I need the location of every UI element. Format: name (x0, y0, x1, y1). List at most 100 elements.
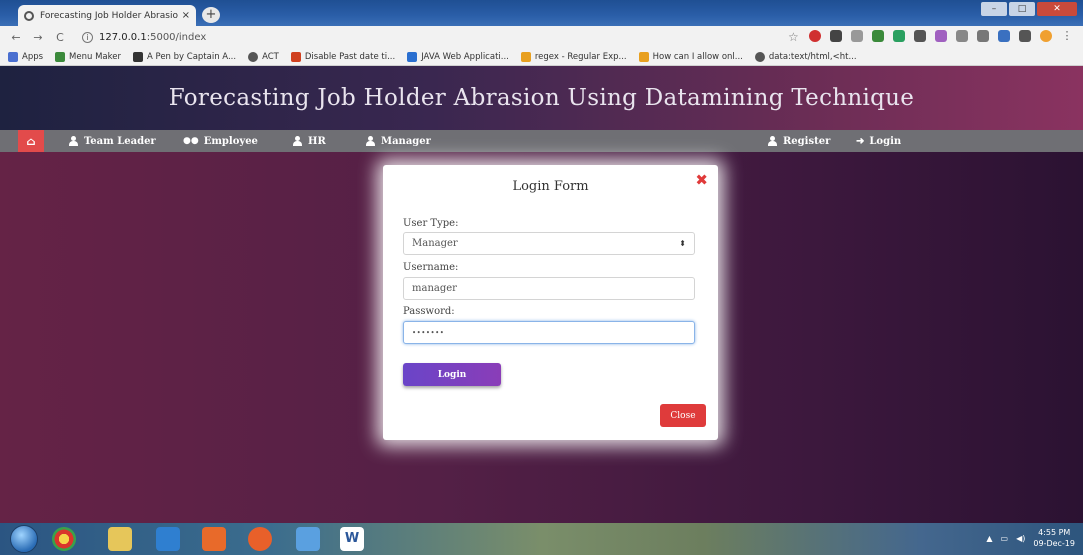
forward-icon[interactable]: → (30, 31, 46, 44)
login-button[interactable]: Login (403, 363, 501, 386)
bookmark-item[interactable]: JAVA Web Applicati... (407, 51, 509, 62)
app-icon[interactable] (296, 527, 320, 551)
globe-icon (248, 51, 259, 62)
tray-arrow-icon[interactable]: ▲ (986, 534, 992, 543)
address-bar: ← → C i 127.0.0.1:5000/index ☆ ⋮ (0, 26, 1083, 48)
user-plus-icon (767, 136, 778, 146)
user-type-label: User Type: (403, 218, 459, 229)
nav-manager[interactable]: Manager (365, 130, 431, 152)
nav-login[interactable]: ➜ Login (856, 130, 901, 152)
adblock-icon[interactable] (809, 30, 821, 42)
file-explorer-icon[interactable] (108, 527, 132, 551)
home-button[interactable]: ⌂ (18, 130, 44, 152)
java-icon[interactable] (202, 527, 226, 551)
bookmark-item[interactable]: ACT (248, 51, 279, 62)
bookmark-item[interactable]: regex - Regular Exp... (520, 51, 627, 62)
tab-title: Forecasting Job Holder Abrasion (40, 10, 178, 21)
network-icon[interactable]: ▭ (1001, 534, 1009, 543)
clock[interactable]: 4:55 PM 09-Dec-19 (1033, 527, 1075, 549)
user-icon (68, 136, 79, 146)
extension-icon[interactable] (956, 30, 968, 42)
nav-employee[interactable]: ●● Employee (183, 130, 258, 152)
extension-icon[interactable] (998, 30, 1010, 42)
extension-icon[interactable] (1019, 30, 1031, 42)
nav-register[interactable]: Register (767, 130, 830, 152)
globe-icon (754, 51, 765, 62)
chrome-icon[interactable] (52, 527, 76, 551)
bookmark-item[interactable]: Apps (8, 51, 43, 62)
clock-time: 4:55 PM (1038, 528, 1071, 537)
username-input[interactable]: manager (403, 277, 695, 300)
bookmark-item[interactable]: A Pen by Captain A... (132, 51, 236, 62)
sheet-icon (55, 51, 66, 62)
system-tray: ▲ ▭ ◀) 4:55 PM 09-Dec-19 (986, 527, 1075, 549)
password-label: Password: (403, 306, 455, 317)
sign-in-icon: ➜ (856, 135, 865, 147)
taskbar: W ▲ ▭ ◀) 4:55 PM 09-Dec-19 (0, 523, 1083, 555)
url-field[interactable]: i 127.0.0.1:5000/index (82, 31, 207, 43)
home-icon: ⌂ (26, 134, 36, 148)
bookmark-icon (407, 51, 418, 62)
new-tab-button[interactable]: + (202, 7, 220, 23)
bookmark-icon (290, 51, 301, 62)
vscode-icon[interactable] (156, 527, 180, 551)
window-controls: – □ ✕ (981, 2, 1077, 16)
close-icon[interactable]: ✖ (695, 171, 708, 189)
user-tie-icon (292, 136, 303, 146)
url-path: :5000/index (146, 31, 207, 43)
tab-close-icon[interactable]: × (182, 10, 190, 21)
back-icon[interactable]: ← (8, 31, 24, 44)
user-type-select[interactable]: Manager ⬍ (403, 232, 695, 255)
extension-icon[interactable] (977, 30, 989, 42)
menu-icon[interactable]: ⋮ (1061, 30, 1073, 42)
stackoverflow-icon (520, 51, 531, 62)
extensions-area: ☆ ⋮ (788, 30, 1073, 45)
users-icon: ●● (183, 136, 199, 146)
browser-tab[interactable]: Forecasting Job Holder Abrasion × (18, 5, 196, 26)
close-button[interactable]: Close (660, 404, 706, 427)
modal-title: Login Form (512, 179, 589, 194)
login-modal: Login Form ✖ User Type: Manager ⬍ Userna… (383, 165, 718, 440)
nav-hr[interactable]: HR (292, 130, 326, 152)
start-button[interactable] (10, 525, 38, 553)
bookmark-item[interactable]: Menu Maker (55, 51, 121, 62)
site-header: Forecasting Job Holder Abrasion Using Da… (0, 66, 1083, 130)
extension-icon[interactable] (851, 30, 863, 42)
firefox-icon[interactable] (248, 527, 272, 551)
window-close-icon[interactable]: ✕ (1037, 2, 1077, 16)
word-icon[interactable]: W (340, 527, 364, 551)
select-arrows-icon: ⬍ (679, 239, 686, 248)
user-type-value: Manager (412, 238, 458, 249)
shield-icon[interactable] (893, 30, 905, 42)
browser-tab-strip: Forecasting Job Holder Abrasion × + – □ … (0, 0, 1083, 26)
user-icon (365, 136, 376, 146)
extension-icon[interactable] (872, 30, 884, 42)
bookmarks-bar: Apps Menu Maker A Pen by Captain A... AC… (0, 48, 1083, 66)
password-input[interactable]: ••••••• (403, 321, 695, 344)
minimize-icon[interactable]: – (981, 2, 1007, 16)
volume-icon[interactable]: ◀) (1016, 534, 1025, 543)
main-nav: ⌂ Team Leader ●● Employee HR Manager Reg… (0, 130, 1083, 152)
apps-icon (8, 51, 18, 62)
username-value: manager (412, 283, 457, 294)
page-title: Forecasting Job Holder Abrasion Using Da… (168, 85, 915, 111)
codepen-icon (132, 51, 143, 62)
maximize-icon[interactable]: □ (1009, 2, 1035, 16)
bookmark-item[interactable]: How can I allow onl... (638, 51, 743, 62)
extension-icon[interactable] (935, 30, 947, 42)
reload-icon[interactable]: C (52, 31, 68, 44)
username-label: Username: (403, 262, 459, 273)
extension-icon[interactable] (830, 30, 842, 42)
extension-icon[interactable] (914, 30, 926, 42)
url-host: 127.0.0.1 (99, 31, 147, 43)
bookmark-item[interactable]: Disable Past date ti... (290, 51, 395, 62)
stackoverflow-icon (638, 51, 649, 62)
password-value: ••••••• (412, 328, 445, 337)
bookmark-item[interactable]: data:text/html,<ht... (754, 51, 857, 62)
bookmark-star-icon[interactable]: ☆ (788, 30, 800, 44)
clock-date: 09-Dec-19 (1033, 539, 1075, 548)
globe-icon (24, 10, 34, 21)
nav-team-leader[interactable]: Team Leader (68, 130, 156, 152)
profile-avatar-icon[interactable] (1040, 30, 1052, 42)
info-icon[interactable]: i (82, 31, 93, 43)
